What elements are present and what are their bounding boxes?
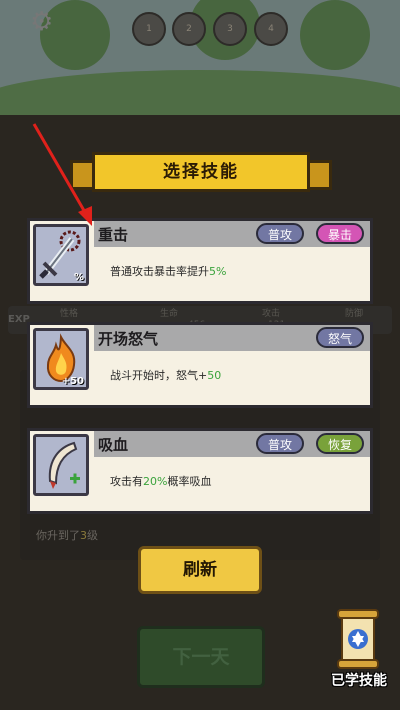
annotation-arrow-icon: [32, 123, 92, 226]
